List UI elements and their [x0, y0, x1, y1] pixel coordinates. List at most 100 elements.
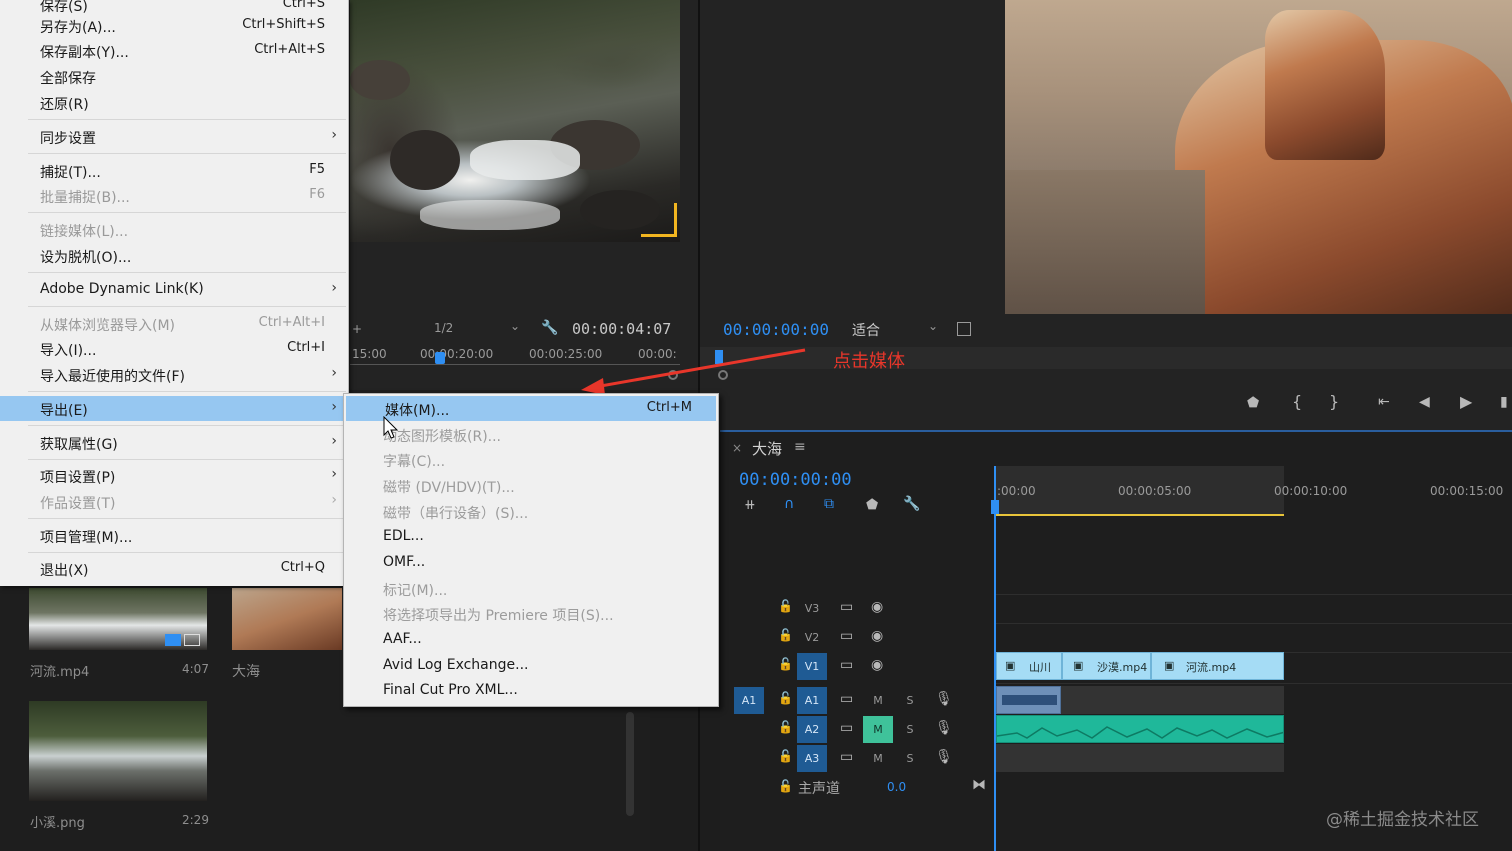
- marker-icon[interactable]: ⬟: [1247, 396, 1259, 410]
- audio-lane-a3[interactable]: [996, 744, 1284, 772]
- menu-item-capture[interactable]: 捕捉(T)... F5: [0, 158, 349, 183]
- lock-icon[interactable]: 🔓: [778, 658, 793, 670]
- menu-item-motion-graphics-template[interactable]: 动态图形模板(R)...: [344, 422, 718, 447]
- snap-icon[interactable]: ∩: [784, 497, 794, 511]
- menu-item-aaf[interactable]: AAF...: [344, 627, 718, 652]
- program-fit-select[interactable]: 适合 ⌄: [846, 319, 942, 339]
- source-playhead[interactable]: [435, 352, 445, 364]
- program-ruler[interactable]: [700, 347, 1512, 369]
- menu-item-import-from-browser[interactable]: 从媒体浏览器导入(M) Ctrl+Alt+I: [0, 311, 349, 336]
- menu-item-export[interactable]: 导出(E) ›: [0, 396, 349, 421]
- microphone-icon[interactable]: 🎙: [935, 692, 953, 706]
- add-marker-icon[interactable]: ⬟: [866, 498, 878, 512]
- project-scrollbar[interactable]: [626, 712, 634, 816]
- thumbnail-小溪[interactable]: [29, 701, 207, 801]
- lock-icon[interactable]: 🔓: [778, 750, 793, 762]
- menu-item-save-copy[interactable]: 保存副本(Y)... Ctrl+Alt+S: [0, 38, 349, 63]
- step-forward-icon[interactable]: ▮: [1500, 395, 1508, 409]
- sync-lock-icon[interactable]: ▭: [840, 692, 853, 706]
- linked-selection-icon[interactable]: ⧉: [824, 497, 834, 511]
- menu-item-import[interactable]: 导入(I)... Ctrl+I: [0, 336, 349, 361]
- menu-item-project-settings[interactable]: 项目设置(P) ›: [0, 463, 349, 488]
- menu-item-captions[interactable]: 字幕(C)...: [344, 447, 718, 472]
- sync-lock-icon[interactable]: ▭: [840, 629, 853, 643]
- menu-item-tape-serial[interactable]: 磁带（串行设备）(S)...: [344, 499, 718, 524]
- lock-icon[interactable]: 🔓: [778, 629, 793, 641]
- lock-icon[interactable]: 🔓: [778, 780, 793, 792]
- track-label[interactable]: A2: [797, 716, 827, 743]
- timeline-playhead-head[interactable]: [991, 500, 999, 514]
- sync-lock-icon[interactable]: ▭: [840, 658, 853, 672]
- menu-item-save-all[interactable]: 全部保存: [0, 64, 349, 89]
- track-label[interactable]: A3: [797, 745, 827, 772]
- menu-item-get-properties[interactable]: 获取属性(G) ›: [0, 430, 349, 455]
- lock-icon[interactable]: 🔓: [778, 600, 793, 612]
- menu-item-export-media[interactable]: 媒体(M)... Ctrl+M: [346, 396, 716, 421]
- timeline-timecode[interactable]: 00:00:00:00: [739, 470, 852, 490]
- menu-item-project-manager[interactable]: 项目管理(M)...: [0, 523, 349, 548]
- source-resolution-select[interactable]: 1/2 ⌄: [428, 319, 524, 339]
- timeline-settings-wrench-icon[interactable]: 🔧: [903, 497, 920, 511]
- program-timecode[interactable]: 00:00:00:00: [723, 320, 829, 339]
- solo-button[interactable]: S: [895, 745, 925, 772]
- source-add-icon[interactable]: +: [352, 322, 362, 336]
- panel-menu-icon[interactable]: ≡: [794, 439, 806, 455]
- go-to-end-icon[interactable]: ⧓: [972, 778, 986, 792]
- audio-clip-a2[interactable]: [996, 715, 1284, 743]
- sync-lock-icon[interactable]: ▭: [840, 600, 853, 614]
- settings-export-frame-icon[interactable]: [957, 322, 971, 336]
- solo-button[interactable]: S: [895, 687, 925, 714]
- sync-lock-icon[interactable]: ▭: [840, 750, 853, 764]
- menu-item-link-media[interactable]: 链接媒体(L)...: [0, 217, 349, 242]
- nest-icon[interactable]: ⧺: [744, 498, 756, 512]
- microphone-icon[interactable]: 🎙: [935, 721, 953, 735]
- thumbnail-河流[interactable]: [29, 588, 207, 650]
- eye-icon[interactable]: ◉: [871, 629, 883, 643]
- audio-clip-a1[interactable]: [996, 686, 1061, 714]
- master-volume-value[interactable]: 0.0: [887, 780, 906, 794]
- menu-item-batch-capture[interactable]: 批量捕捉(B)... F6: [0, 183, 349, 208]
- menu-item-tape-dv[interactable]: 磁带 (DV/HDV)(T)...: [344, 473, 718, 498]
- mute-button[interactable]: M: [863, 716, 893, 743]
- mark-out-icon[interactable]: }: [1329, 394, 1339, 410]
- play-icon[interactable]: ▶: [1460, 394, 1472, 410]
- solo-button[interactable]: S: [895, 716, 925, 743]
- menu-item-omf[interactable]: OMF...: [344, 550, 718, 575]
- microphone-icon[interactable]: 🎙: [935, 750, 953, 764]
- menu-item-save-as[interactable]: 另存为(A)... Ctrl+Shift+S: [0, 13, 349, 38]
- menu-item-edl[interactable]: EDL...: [344, 524, 718, 549]
- menu-item-dynamic-link[interactable]: Adobe Dynamic Link(K) ›: [0, 277, 349, 302]
- eye-icon[interactable]: ◉: [871, 658, 883, 672]
- close-icon[interactable]: ×: [732, 441, 742, 455]
- eye-icon[interactable]: ◉: [871, 600, 883, 614]
- menu-item-exit[interactable]: 退出(X) Ctrl+Q: [0, 556, 349, 581]
- track-label[interactable]: V2: [797, 624, 827, 651]
- menu-item-import-recent[interactable]: 导入最近使用的文件(F) ›: [0, 362, 349, 387]
- thumbnail-大海[interactable]: [232, 588, 342, 650]
- lock-icon[interactable]: 🔓: [778, 721, 793, 733]
- menu-item-sync-settings[interactable]: 同步设置 ›: [0, 124, 349, 149]
- video-clip[interactable]: ▣ 河流.mp4: [1151, 652, 1284, 680]
- menu-item-production-settings[interactable]: 作品设置(T) ›: [0, 489, 349, 514]
- source-patch-label[interactable]: A1: [734, 687, 764, 714]
- wrench-icon[interactable]: 🔧: [541, 321, 558, 335]
- menu-item-fcp-xml[interactable]: Final Cut Pro XML...: [344, 678, 718, 703]
- track-label[interactable]: V3: [797, 595, 827, 622]
- video-clip[interactable]: ▣ 沙漠.mp4: [1062, 652, 1151, 680]
- track-label[interactable]: V1: [797, 653, 827, 680]
- sync-lock-icon[interactable]: ▭: [840, 721, 853, 735]
- work-area-bar[interactable]: [996, 514, 1284, 516]
- step-back-icon[interactable]: ◀: [1419, 395, 1430, 409]
- mute-button[interactable]: M: [863, 745, 893, 772]
- mark-in-icon[interactable]: {: [1292, 394, 1302, 410]
- menu-item-make-offline[interactable]: 设为脱机(O)...: [0, 243, 349, 268]
- video-clip[interactable]: ▣ 山川: [996, 652, 1062, 680]
- menu-item-export-premiere-project[interactable]: 将选择项导出为 Premiere 项目(S)...: [344, 601, 718, 626]
- menu-item-avid-log[interactable]: Avid Log Exchange...: [344, 653, 718, 678]
- lock-icon[interactable]: 🔓: [778, 692, 793, 704]
- menu-item-markers[interactable]: 标记(M)...: [344, 576, 718, 601]
- menu-item-revert[interactable]: 还原(R): [0, 90, 349, 115]
- track-label[interactable]: A1: [797, 687, 827, 714]
- sequence-tab-label[interactable]: 大海: [752, 438, 782, 459]
- mute-button[interactable]: M: [863, 687, 893, 714]
